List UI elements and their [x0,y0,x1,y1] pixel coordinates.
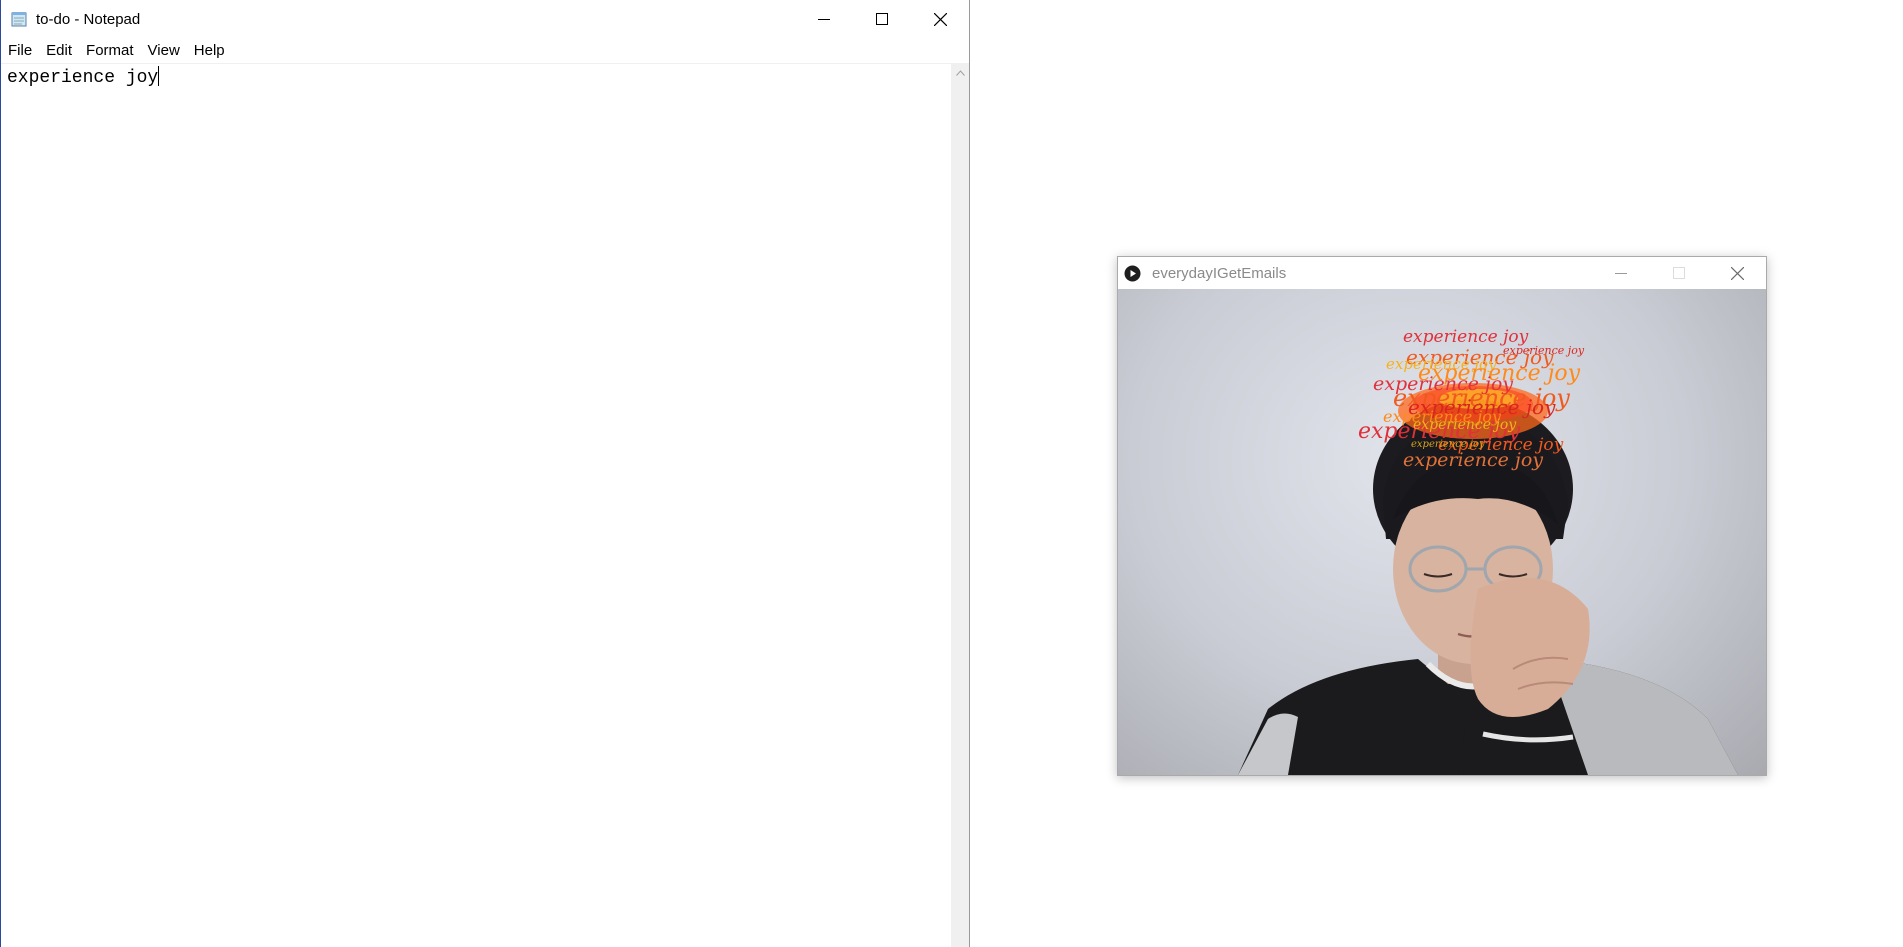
window-controls [795,0,969,38]
text-editor[interactable]: experience joy [1,64,952,947]
maximize-button[interactable] [853,0,911,38]
sketch-maximize-button[interactable] [1650,257,1708,289]
sketch-window-controls [1592,257,1766,289]
overlay-text: experience joy [1413,417,1517,433]
overlay-text: experience joy [1403,449,1543,471]
maximize-icon [1673,267,1685,279]
menu-view[interactable]: View [141,38,187,63]
minimize-icon [818,19,830,20]
menu-help[interactable]: Help [187,38,232,63]
minimize-icon [1615,273,1627,274]
sketch-close-button[interactable] [1708,257,1766,289]
scroll-up-button[interactable] [951,64,969,81]
sketch-canvas: experience joy experience joy experience… [1118,289,1766,775]
editor-text: experience joy [7,68,159,88]
maximize-icon [876,13,888,25]
notepad-window: to-do - Notepad File Edit Format View He… [0,0,970,947]
vertical-scrollbar[interactable] [951,64,969,947]
notepad-icon [11,11,29,27]
overlay-text: experience joy [1503,344,1585,357]
text-caret [158,66,160,86]
processing-play-icon [1124,265,1141,282]
close-icon [933,12,947,26]
window-title: to-do - Notepad [36,10,141,28]
close-button[interactable] [911,0,969,38]
menu-format[interactable]: Format [79,38,141,63]
sketch-minimize-button[interactable] [1592,257,1650,289]
desktop: to-do - Notepad File Edit Format View He… [0,0,1903,947]
sketch-window: everydayIGetEmails experience joy experi… [1117,256,1767,776]
sketch-title: everydayIGetEmails [1152,264,1287,282]
menu-file[interactable]: File [1,38,39,63]
menu-edit[interactable]: Edit [39,38,79,63]
sketch-titlebar[interactable]: everydayIGetEmails [1118,257,1766,289]
close-icon [1730,266,1744,280]
scroll-up-arrow-icon [955,69,965,76]
editor-content[interactable]: experience joy [7,66,160,90]
menu-bar: File Edit Format View Help [1,38,969,63]
notepad-titlebar[interactable]: to-do - Notepad [1,0,969,38]
minimize-button[interactable] [795,0,853,38]
